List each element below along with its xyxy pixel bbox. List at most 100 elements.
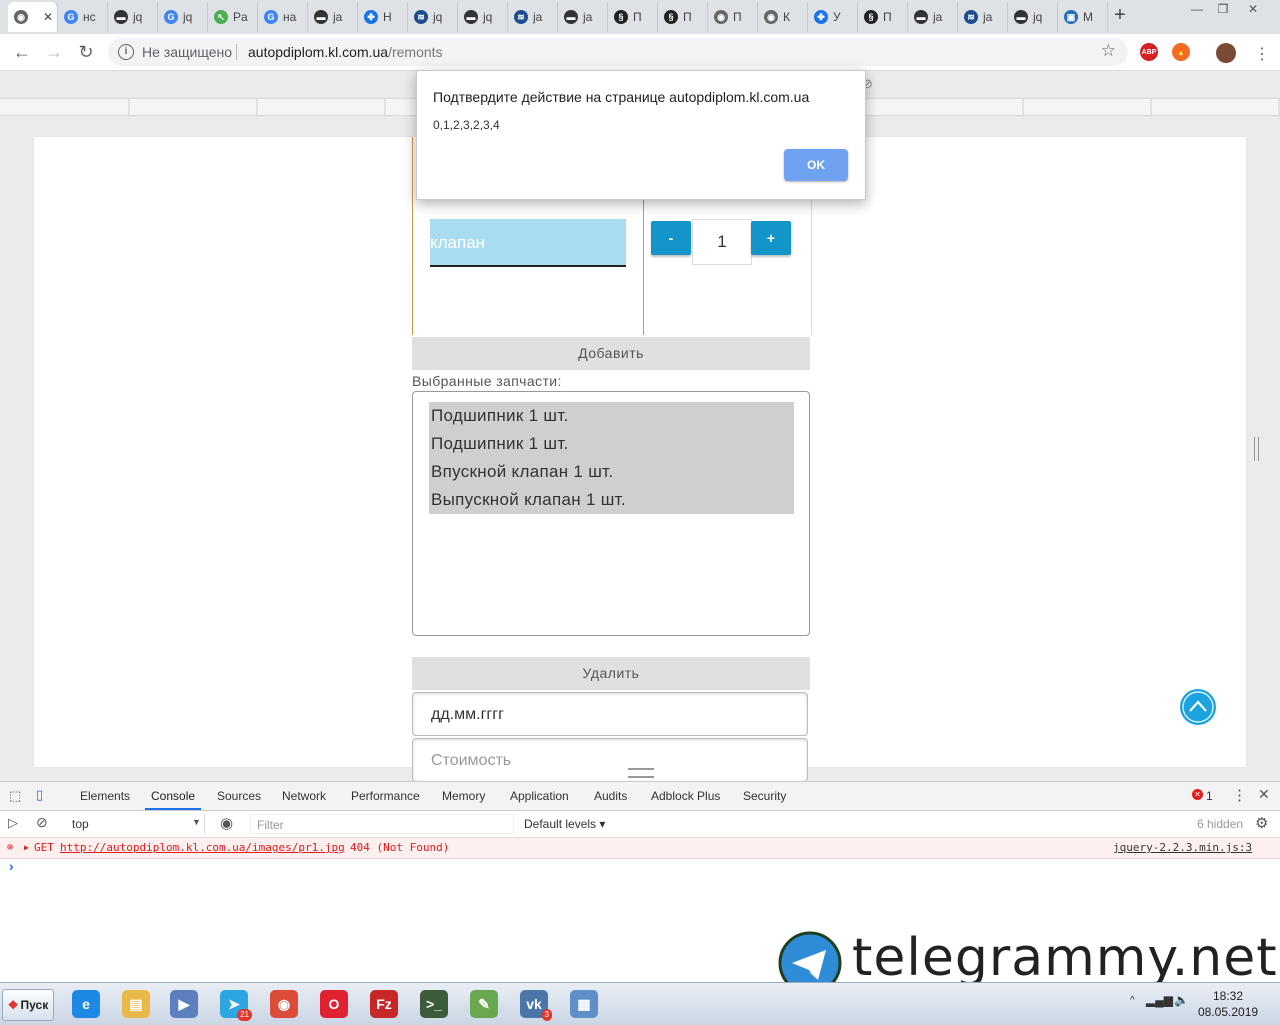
dialog-ok-button[interactable]: OK [784,149,848,181]
forward-button[interactable]: → [44,42,64,62]
console-settings-gear-icon[interactable]: ⚙ [1255,814,1268,832]
browser-tab[interactable]: ◉ К [758,2,808,32]
console-filter-input[interactable]: Filter [250,814,514,834]
start-button[interactable]: ❖ Пуск [2,989,54,1021]
vk-taskbar-button[interactable]: vk 3 [514,987,554,1021]
devtools-tab-elements[interactable]: Elements [74,782,136,810]
browser-tab[interactable]: § П [858,2,908,32]
close-devtools-icon[interactable]: ✕ [1258,786,1270,803]
selected-part-item[interactable]: Подшипник 1 шт. [429,430,794,458]
plus-button[interactable]: + [751,221,791,255]
profile-avatar-icon[interactable] [1216,43,1236,63]
cost-field[interactable]: Стоимость [412,738,808,781]
opera-taskbar-button[interactable]: O [314,987,354,1021]
minimize-button[interactable]: — [1184,0,1210,18]
devtools-menu-icon[interactable]: ⋮ [1232,786,1247,804]
ie-taskbar-button[interactable]: e [66,987,106,1021]
browser-tab[interactable]: ✤ H [358,2,408,32]
security-indicator[interactable]: Не защищено [142,44,232,60]
log-levels-dropdown[interactable]: Default levels ▾ [524,817,605,831]
close-tab-icon[interactable]: ✕ [43,10,53,24]
browser-tab[interactable]: Gjq [158,2,208,32]
devtools-tab-security[interactable]: Security [737,782,792,810]
devtools-tab-adblock-plus[interactable]: Adblock Plus [645,782,726,810]
device-toolbar-icon[interactable]: ▯ [36,787,43,803]
context-select[interactable]: top ▼ [64,814,205,834]
panel-splitter[interactable] [1254,437,1259,461]
selected-part-item[interactable]: Впускной клапан 1 шт. [429,458,794,486]
browser-tab[interactable]: ≋ ja [508,2,558,32]
bookmark-star-icon[interactable]: ☆ [1101,41,1116,61]
volume-icon[interactable]: 🔈 [1174,993,1189,1007]
scroll-to-top-button[interactable] [1180,689,1216,725]
browser-tab[interactable]: ▬ jq [108,2,158,32]
new-tab-button[interactable]: + [1110,5,1130,25]
filezilla-taskbar-button[interactable]: Fz [364,987,404,1021]
console-error-row[interactable]: ⊗ ▶ GET http://autopdiplom.kl.com.ua/ima… [0,838,1280,859]
tray-chevron-icon[interactable]: ^ [1130,995,1135,1006]
browser-tab[interactable]: ✤ У [808,2,858,32]
error-url-link[interactable]: http://autopdiplom.kl.com.ua/images/pr1.… [60,838,345,858]
console-prompt[interactable]: › [9,858,14,874]
browser-tab[interactable]: ≋ ja [958,2,1008,32]
devtools-tab-sources[interactable]: Sources [211,782,267,810]
clear-console-icon[interactable]: ⊘ [36,814,48,831]
error-source-link[interactable]: jquery-2.2.3.min.js:3 [1113,838,1252,858]
devtools-tab-application[interactable]: Application [504,782,575,810]
devtools-tab-network[interactable]: Network [276,782,332,810]
terminal-taskbar-button[interactable]: >_ [414,987,454,1021]
error-count-icon[interactable]: ✕ [1192,789,1203,800]
chrome-taskbar-taskbar-button[interactable]: ◉ [264,987,304,1021]
selected-parts-list[interactable]: Подшипник 1 шт. Подшипник 1 шт. Впускной к… [429,402,794,514]
media-player-taskbar-button[interactable]: ▶ [164,987,204,1021]
devtools-tab-performance[interactable]: Performance [345,782,426,810]
adblock-icon[interactable]: ABP [1140,43,1158,61]
clock-date[interactable]: 08.05.2019 [1198,1005,1258,1019]
browser-tab[interactable]: ▬ ja [308,2,358,32]
restore-button[interactable]: ❐ [1210,0,1236,18]
notepad-plus-taskbar-button[interactable]: ✎ [464,987,504,1021]
delete-button[interactable]: Удалить [412,657,810,690]
explorer-folder-taskbar-button[interactable]: ▤ [116,987,156,1021]
browser-tab[interactable]: ▬ ja [908,2,958,32]
url-text[interactable]: autopdiplom.kl.com.ua/remonts [248,44,443,60]
devtools-tab-memory[interactable]: Memory [436,782,491,810]
devtools-resize-handle[interactable] [628,768,654,778]
expand-triangle-icon[interactable]: ▶ [24,838,29,858]
back-button[interactable]: ← [12,42,32,62]
browser-tab[interactable]: ◉ ✕ [8,2,58,32]
info-icon[interactable]: i [118,44,134,60]
date-field[interactable]: дд.мм.гггг [412,692,808,736]
devtools-tab-audits[interactable]: Audits [588,782,633,810]
fire-extension-icon[interactable]: 🔥 [1172,43,1190,61]
browser-tab[interactable]: ▣ М [1058,2,1108,32]
part-item[interactable]: клапан [430,219,626,267]
browser-tab[interactable]: ▬ ja [558,2,608,32]
browser-tab[interactable]: Gнс [58,2,108,32]
browser-menu-icon[interactable]: ⋮ [1254,44,1270,64]
browser-tab[interactable]: ▬ jq [458,2,508,32]
reload-button[interactable]: ↻ [76,42,96,62]
minus-button[interactable]: - [651,221,691,255]
selected-parts-box[interactable]: Подшипник 1 шт. Подшипник 1 шт. Впускной к… [412,391,810,636]
selected-part-item[interactable]: Подшипник 1 шт. [429,402,794,430]
address-bar[interactable]: i Не защищено autopdiplom.kl.com.ua/remo… [108,38,1128,66]
add-button[interactable]: Добавить [412,337,810,370]
close-window-button[interactable]: ✕ [1240,0,1266,18]
live-expression-eye-icon[interactable]: ◉ [220,814,233,832]
browser-tab[interactable]: Gна [258,2,308,32]
error-count[interactable]: 1 [1206,789,1213,803]
inspect-element-icon[interactable]: ⬚ [9,788,21,804]
telegram-taskbar-button[interactable]: ➤ 21 [214,987,254,1021]
browser-tab[interactable]: ↖ Pa [208,2,258,32]
selected-part-item[interactable]: Выпускной клапан 1 шт. [429,486,794,514]
sidebar-toggle-icon[interactable]: ▷ [8,815,18,831]
browser-tab[interactable]: ◉ П [708,2,758,32]
browser-tab[interactable]: § П [658,2,708,32]
quantity-value[interactable]: 1 [692,219,752,265]
browser-tab[interactable]: § П [608,2,658,32]
clock-time[interactable]: 18:32 [1200,989,1256,1003]
browser-tab[interactable]: ≋ jq [408,2,458,32]
browser-tab[interactable]: ▬ jq [1008,2,1058,32]
control-panel-taskbar-button[interactable]: ▦ [564,987,604,1021]
